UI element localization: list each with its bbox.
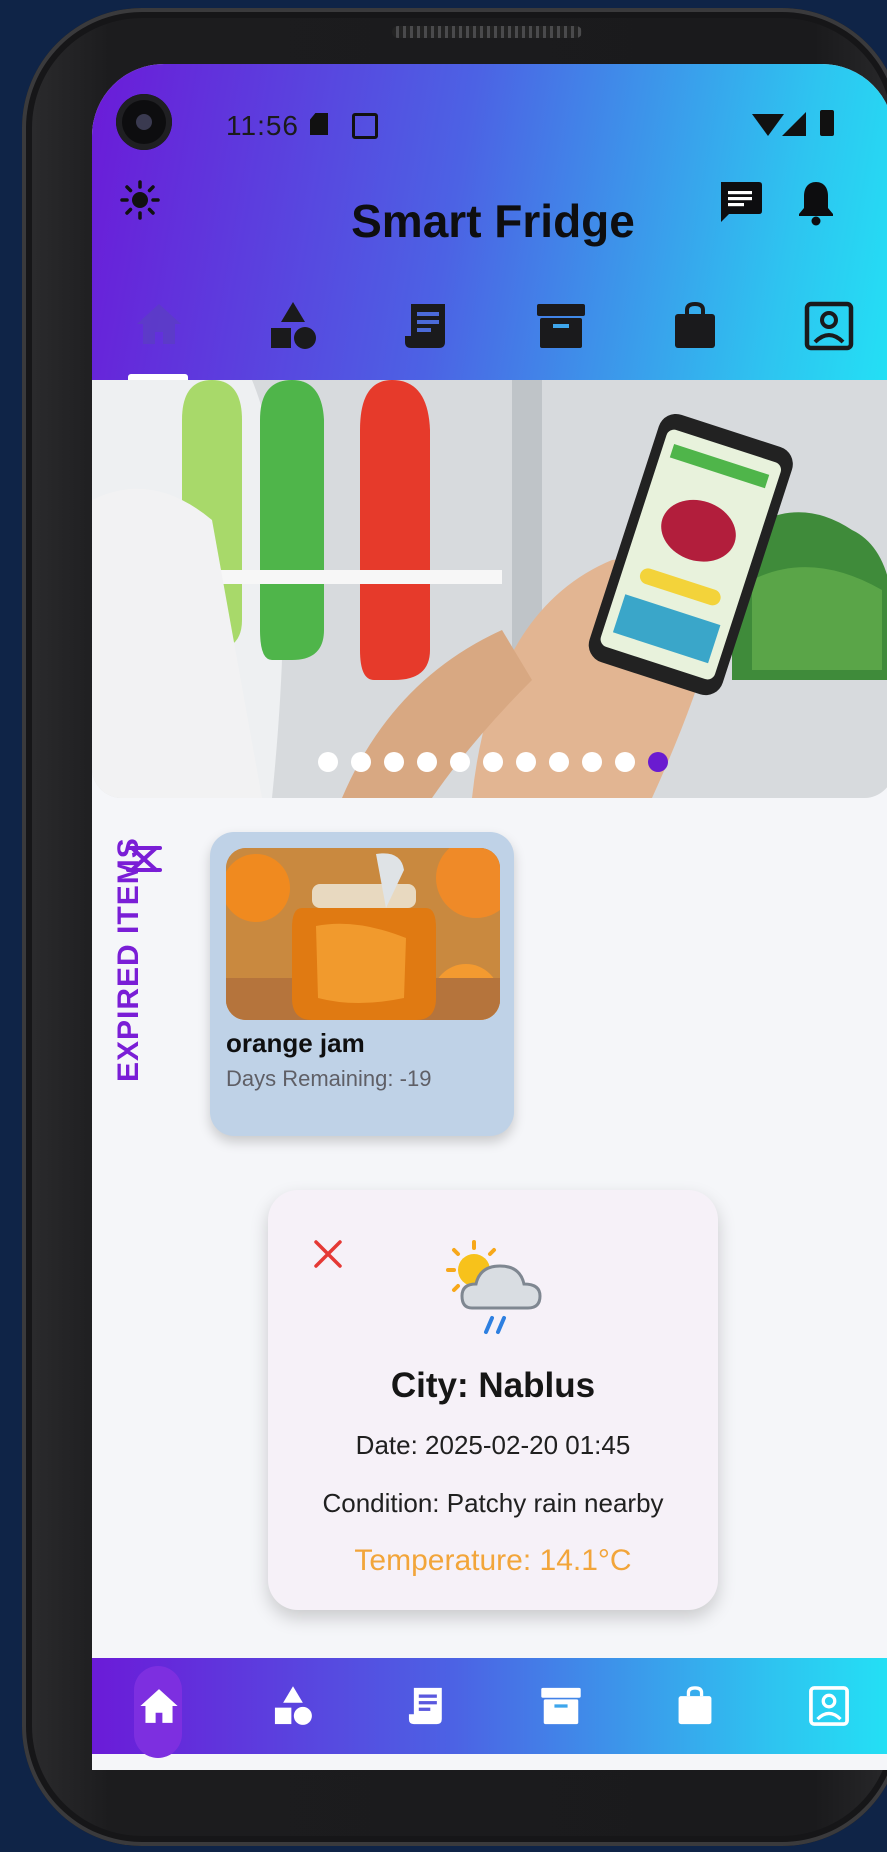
carousel-dot[interactable] xyxy=(318,752,338,772)
carousel-dot[interactable] xyxy=(351,752,371,772)
carousel-dots xyxy=(92,752,887,772)
screenshot-icon xyxy=(352,113,378,139)
home-icon xyxy=(140,1689,178,1723)
signal-icon xyxy=(782,112,806,136)
carousel-dot[interactable] xyxy=(417,752,437,772)
phone-frame: 11:56 Smart Fridge EXPIRED ITEMS orange … xyxy=(22,8,887,1846)
speaker-grille xyxy=(392,26,582,38)
weather-temperature: Temperature: 14.1°C xyxy=(354,1544,632,1577)
bottom-nav-shopping[interactable] xyxy=(628,1658,762,1754)
bottom-navigation-bar xyxy=(92,1658,887,1758)
notifications-button[interactable] xyxy=(786,172,846,232)
carousel-dot[interactable] xyxy=(384,752,404,772)
account-box-icon xyxy=(804,301,854,351)
shapes-icon xyxy=(271,302,316,349)
carousel-image xyxy=(92,380,887,798)
carousel-dot[interactable] xyxy=(549,752,569,772)
tab-categories[interactable] xyxy=(226,292,360,380)
carousel-dot[interactable] xyxy=(615,752,635,772)
bell-icon xyxy=(799,182,833,226)
wifi-icon xyxy=(752,114,784,136)
tab-receipts[interactable] xyxy=(360,292,494,380)
archive-icon xyxy=(541,1687,581,1725)
receipt-icon xyxy=(408,1687,442,1725)
weather-card: City: Nablus Date: 2025-02-20 01:45 Cond… xyxy=(268,1190,718,1610)
carousel-dot[interactable] xyxy=(483,752,503,772)
carousel-dot[interactable] xyxy=(582,752,602,772)
bottom-nav-receipts[interactable] xyxy=(360,1658,494,1754)
tab-home[interactable] xyxy=(92,292,226,380)
shapes-icon xyxy=(274,1686,312,1725)
battery-icon xyxy=(820,110,834,136)
home-icon xyxy=(137,304,181,344)
carousel-dot-active[interactable] xyxy=(648,752,668,772)
weather-condition: Condition: Patchy rain nearby xyxy=(322,1488,664,1518)
item-name: orange jam xyxy=(226,1028,365,1058)
carousel-dot[interactable] xyxy=(450,752,470,772)
bottom-nav-storage[interactable] xyxy=(494,1658,628,1754)
bottom-nav-profile[interactable] xyxy=(762,1658,887,1754)
promo-carousel[interactable] xyxy=(92,380,887,798)
archive-icon xyxy=(537,304,585,348)
chat-icon xyxy=(721,182,762,222)
item-days-remaining: Days Remaining: -19 xyxy=(226,1066,432,1091)
expired-items-heading: EXPIRED ITEMS xyxy=(112,837,145,1082)
weather-rain-icon xyxy=(446,1240,542,1334)
front-camera xyxy=(116,94,172,150)
bottom-nav-categories[interactable] xyxy=(226,1658,360,1754)
top-tab-bar xyxy=(92,292,887,380)
sd-card-icon xyxy=(310,113,328,135)
carousel-dot[interactable] xyxy=(516,752,536,772)
expired-item-card[interactable]: orange jam Days Remaining: -19 xyxy=(210,832,514,1136)
bottom-nav-home[interactable] xyxy=(92,1658,226,1758)
app-header: 11:56 Smart Fridge xyxy=(92,64,887,380)
app-screen: 11:56 Smart Fridge EXPIRED ITEMS orange … xyxy=(92,64,887,1770)
tab-profile[interactable] xyxy=(762,292,887,380)
status-time: 11:56 xyxy=(226,110,299,141)
chat-button[interactable] xyxy=(710,172,770,232)
weather-city: City: Nablus xyxy=(390,1366,596,1405)
receipt-icon xyxy=(405,304,445,348)
tab-shopping[interactable] xyxy=(628,292,762,380)
close-icon[interactable] xyxy=(308,1234,348,1274)
tab-storage[interactable] xyxy=(494,292,628,380)
account-box-icon xyxy=(809,1686,849,1726)
weather-date: Date: 2025-02-20 01:45 xyxy=(355,1430,631,1460)
shopping-bag-icon xyxy=(675,301,715,348)
shopping-bag-icon xyxy=(678,1686,712,1725)
item-image xyxy=(226,848,500,1020)
